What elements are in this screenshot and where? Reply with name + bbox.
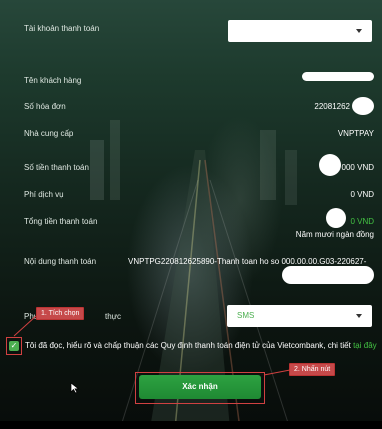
agree-text: Tôi đã đọc, hiểu rõ và chấp thuận các Qu… (25, 341, 377, 350)
payment-amount-value: 000 VND (341, 163, 374, 172)
annotation-arrow-2 (263, 369, 291, 376)
invoice-number-value: 22081262 (314, 102, 350, 111)
payment-content-label: Nội dung thanh toán (24, 257, 97, 266)
provider-label: Nhà cung cấp (24, 129, 74, 138)
customer-name-label: Tên khách hàng (24, 76, 82, 85)
annotation-step2: 2. Nhấn nút (289, 363, 336, 376)
payment-amount-label: Số tiền thanh toán (24, 163, 89, 172)
redacted-payment-content (282, 266, 374, 284)
payment-content-value: VNPTPG220812625890-Thanh toan ho so 000.… (128, 257, 367, 266)
total-value: 0 VND (350, 217, 374, 226)
total-row: Tổng tiền thanh toán 0 VND Năm mươi ngàn… (24, 217, 374, 247)
confirm-button[interactable]: Xác nhận (139, 375, 261, 399)
bottom-bar (0, 421, 382, 429)
agree-link[interactable]: tại đây (353, 341, 377, 350)
invoice-number-label: Số hóa đơn (24, 102, 66, 111)
redacted-account (232, 27, 300, 37)
service-fee-row: Phí dịch vụ 0 VND (24, 190, 374, 210)
total-in-words: Năm mươi ngàn đồng (295, 230, 374, 239)
auth-method-select[interactable]: SMS (227, 305, 372, 327)
agree-checkbox[interactable]: ✓ (9, 341, 19, 351)
agree-text-body: Tôi đã đọc, hiểu rõ và chấp thuận các Qu… (25, 341, 354, 350)
chevron-down-icon (356, 29, 362, 33)
service-fee-value: 0 VND (350, 190, 374, 199)
auth-method-label-end: thực (105, 312, 122, 321)
total-label: Tổng tiền thanh toán (24, 217, 98, 226)
payment-account-label: Tài khoản thanh toán (24, 24, 100, 33)
provider-row: Nhà cung cấp VNPTPAY (24, 129, 374, 149)
redacted-invoice-number (352, 97, 374, 115)
chevron-down-icon (356, 314, 362, 318)
annotation-arrow-1 (13, 315, 37, 337)
provider-value: VNPTPAY (337, 129, 374, 138)
auth-method-value: SMS (237, 311, 255, 320)
invoice-number-row: Số hóa đơn 22081262 (24, 102, 374, 122)
redacted-total (326, 208, 346, 228)
service-fee-label: Phí dịch vụ (24, 190, 64, 199)
mouse-cursor-icon (70, 382, 80, 394)
redacted-payment-amount (319, 154, 341, 176)
annotation-step1: 1. Tích chọn (36, 307, 85, 320)
redacted-customer-name (302, 72, 374, 81)
